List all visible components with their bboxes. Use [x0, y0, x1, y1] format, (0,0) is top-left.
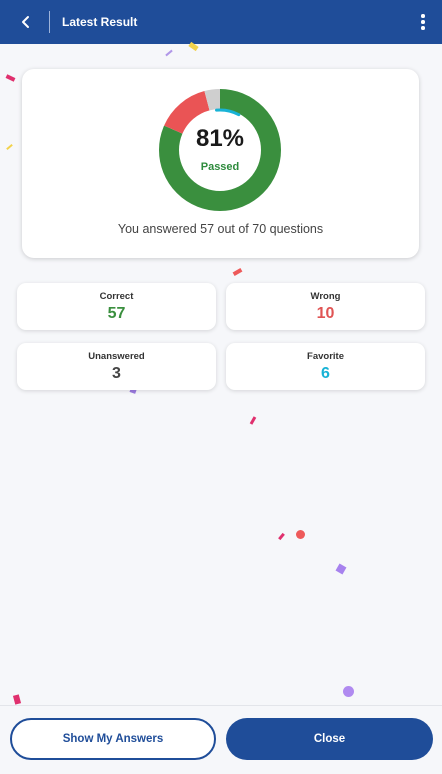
score-donut-chart: 81% Passed — [158, 88, 282, 212]
stat-value-correct: 57 — [107, 305, 126, 322]
score-card: 81% Passed You answered 57 out of 70 que… — [22, 69, 419, 258]
chevron-left-icon — [22, 16, 29, 28]
answered-summary: You answered 57 out of 70 questions — [117, 222, 324, 236]
confetti — [278, 532, 285, 541]
header-divider — [49, 11, 50, 33]
stat-label-unanswered: Unanswered — [88, 351, 145, 362]
confetti — [12, 694, 22, 705]
stat-card-unanswered: Unanswered 3 — [17, 343, 216, 390]
stat-value-wrong: 10 — [316, 305, 335, 322]
confetti — [343, 686, 354, 697]
pass-status: Passed — [200, 161, 240, 173]
stat-value-unanswered: 3 — [112, 365, 121, 382]
stat-label-favorite: Favorite — [307, 351, 344, 362]
show-my-answers-button[interactable]: Show My Answers — [10, 718, 216, 760]
confetti — [232, 268, 243, 276]
stat-value-favorite: 6 — [321, 365, 330, 382]
confetti — [5, 74, 16, 82]
stat-label-wrong: Wrong — [310, 291, 341, 302]
confetti — [165, 49, 173, 57]
bottom-action-bar: Show My Answers Close — [0, 705, 442, 774]
stat-card-wrong: Wrong 10 — [226, 283, 425, 330]
stat-card-favorite[interactable]: Favorite 6 — [226, 343, 425, 390]
confetti — [249, 416, 257, 425]
more-vertical-icon — [421, 14, 425, 18]
close-button[interactable]: Close — [226, 718, 433, 760]
score-percent: 81% — [195, 125, 245, 152]
confetti — [6, 143, 13, 151]
confetti — [335, 563, 347, 575]
stat-label-correct: Correct — [99, 291, 134, 302]
confetti — [296, 530, 305, 539]
app-bar: Latest Result — [0, 0, 442, 44]
more-options-button[interactable] — [410, 8, 436, 36]
page-title: Latest Result — [62, 15, 138, 29]
back-button[interactable] — [12, 8, 40, 36]
stat-card-correct: Correct 57 — [17, 283, 216, 330]
